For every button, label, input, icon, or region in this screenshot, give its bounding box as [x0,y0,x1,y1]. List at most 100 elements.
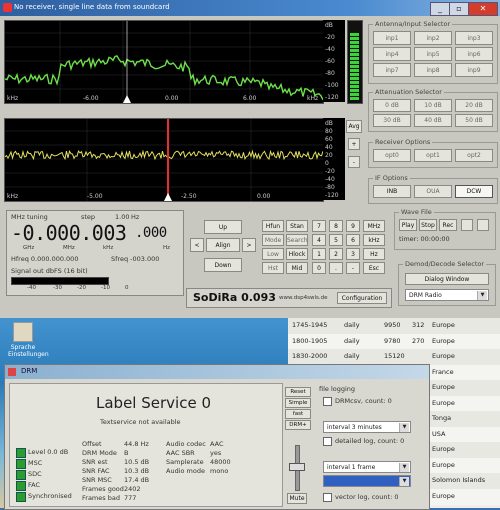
if-option-button[interactable]: INB [373,185,411,198]
vector-log-checkbox[interactable] [323,493,332,502]
mode-button[interactable]: Hfun [262,220,284,232]
interval-select-1[interactable]: interval 3 minutes ▼ [323,421,411,433]
table-cell-kw: 270 [412,336,425,345]
antenna-selector: Antenna/Input Selector inp1 inp2 inp3 inp4 i… [368,20,498,84]
drm-option-button[interactable]: Simple [285,398,311,408]
antenna-input-button[interactable]: inp5 [414,47,452,61]
drm-option-button[interactable]: Reset [285,387,311,397]
mode-button[interactable]: Mid [286,262,308,274]
receiver-option-button[interactable]: opt0 [373,149,411,162]
wave-extra-button[interactable] [461,219,473,231]
keypad-button[interactable]: kHz [363,234,385,246]
wave-extra-button-2[interactable] [477,219,489,231]
dialog-window-button[interactable]: Dialog Window [405,273,489,285]
param-value: 48000 [210,458,231,466]
volume-slider[interactable] [289,463,305,471]
chevron-down-icon: ▼ [477,291,487,300]
desktop-icon[interactable]: Sprache Einstellungen [8,322,49,358]
configuration-button[interactable]: Configuration [337,292,387,304]
antenna-input-button[interactable]: inp2 [414,31,452,45]
keypad-button[interactable]: . [329,262,343,274]
brand-bar: SoDiRa 0.093 www.dsp4swls.de Configurati… [186,288,392,308]
keypad-button[interactable]: 9 [346,220,360,232]
left-button[interactable]: < [190,238,204,252]
up-button[interactable]: Up [204,220,242,234]
keypad-button[interactable]: - [346,262,360,274]
keypad-button[interactable]: 4 [312,234,326,246]
antenna-input-button[interactable]: inp7 [373,63,411,77]
if-options: IF Options INB OUA DCW [368,174,498,204]
minus-button[interactable]: - [348,156,360,168]
right-button[interactable]: > [242,238,256,252]
mode-button[interactable]: Stan [286,220,308,232]
mode-button[interactable]: Hlock [286,248,308,260]
mode-button[interactable]: Hst [262,262,284,274]
antenna-input-button[interactable]: inp1 [373,31,411,45]
antenna-input-button[interactable]: inp4 [373,47,411,61]
receiver-option-button[interactable]: opt2 [455,149,493,162]
service-label: Label Service 0 [96,394,211,412]
drm-option-button[interactable]: DRM+ [285,420,311,430]
keypad-button[interactable]: 8 [329,220,343,232]
receiver-option-button[interactable]: opt1 [414,149,452,162]
keypad-button[interactable]: MHz [363,220,385,232]
drmcsv-checkbox[interactable] [323,397,332,406]
param-value: 777 [124,494,137,502]
table-cell-region: Europe [432,491,455,500]
drm-option-button[interactable]: fast MSC [285,409,311,426]
interval-select-2[interactable]: interval 1 frame ▼ [323,461,411,473]
keypad-button[interactable]: 7 [312,220,326,232]
param-value: B [124,449,129,457]
mode-button[interactable]: Search [286,234,308,246]
frequency-hz-display[interactable]: .000 [135,225,167,241]
param-key: Samplerate [166,458,204,466]
plus-button[interactable]: + [348,138,360,150]
table-cell-region: Europe [432,336,455,345]
if-option-button[interactable]: DCW [455,185,493,198]
demod-mode-select[interactable]: DRM Radio ▼ [405,289,489,301]
mode-button[interactable]: Low [262,248,284,260]
keypad-button[interactable]: Hz [363,248,385,260]
keypad-button[interactable]: 3 [346,248,360,260]
receiver-options: Receiver Options opt0 opt1 opt2 [368,138,498,168]
param-value: 10.3 dB [124,467,150,475]
attenuation-button[interactable]: 0 dB [373,99,411,112]
antenna-input-button[interactable]: inp3 [455,31,493,45]
attenuation-button[interactable]: 20 dB [455,99,493,112]
minimize-button[interactable]: _ [430,2,450,16]
antenna-input-button[interactable]: inp6 [455,47,493,61]
avg-button[interactable]: Avg [346,120,362,133]
maximize-button[interactable]: ▫ [449,2,469,16]
attenuation-button[interactable]: 50 dB [455,114,493,127]
mute-button[interactable]: Mute [287,493,307,504]
table-cell-region: Europe [432,383,455,391]
stop-button[interactable]: Stop [419,219,437,231]
attenuation-button[interactable]: 30 dB [373,114,411,127]
frequency-display[interactable]: -0.000.003 [11,221,127,245]
table-row: 1800-1905 daily 9780 270 Europe [288,333,500,350]
highlighted-select[interactable]: ▼ [323,475,411,487]
table-cell-region: France [432,367,454,376]
waterfall-spectrum[interactable]: kHz -5.00 -2.50 0.00 [4,118,324,202]
spectrum-display[interactable]: kHz -6.00 0.00 6.00 kHz [4,20,324,104]
keypad-button[interactable]: 5 [329,234,343,246]
down-button[interactable]: Down [204,258,242,272]
mode-button[interactable]: Mode [262,234,284,246]
keypad-button[interactable]: 0 [312,262,326,274]
align-button[interactable]: Align [206,238,240,252]
antenna-input-button[interactable]: inp8 [414,63,452,77]
app-icon [8,368,16,376]
antenna-input-button[interactable]: inp9 [455,63,493,77]
keypad-button[interactable]: 2 [329,248,343,260]
close-button[interactable]: ✕ [468,2,498,16]
attenuation-button[interactable]: 40 dB [414,114,452,127]
record-button[interactable]: Rec [439,219,457,231]
attenuation-button[interactable]: 10 dB [414,99,452,112]
keypad-button[interactable]: 1 [312,248,326,260]
keypad-button[interactable]: Esc [363,262,385,274]
keypad-button[interactable]: 6 [346,234,360,246]
play-button[interactable]: Play [399,219,417,231]
if-option-button[interactable]: OUA [414,185,452,198]
detailed-log-checkbox[interactable] [323,437,332,446]
param-key: DRM Mode [82,449,117,457]
